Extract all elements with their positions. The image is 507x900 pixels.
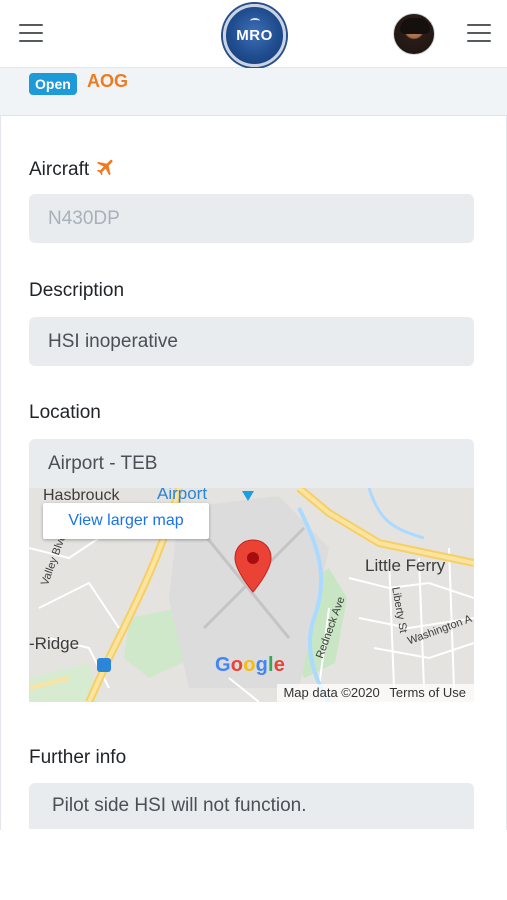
aircraft-input[interactable]: N430DP [29,194,474,243]
status-badge: Open [29,73,77,95]
user-avatar[interactable] [393,13,435,55]
google-logo: Google [215,654,286,676]
further-info-label: Further info [29,747,127,768]
further-info-input[interactable]: Pilot side HSI will not function. [29,783,474,829]
location-map[interactable]: Hasbrouck Airport Little Ferry -Ridge Va… [29,488,474,702]
map-attribution: Map data ©2020 Terms of Use [277,684,474,702]
map-data-credit: Map data ©2020 [283,685,380,700]
map-label-airport: Airport [157,488,208,503]
map-label-ridge: -Ridge [29,634,80,653]
menu-left-hamburger-icon[interactable] [19,24,43,44]
description-label: Description [29,280,125,301]
location-label: Location [29,402,101,423]
aircraft-label-text: Aircraft [29,159,90,180]
logo-text: MRO [236,27,273,44]
menu-right-hamburger-icon[interactable] [467,24,491,44]
top-bar: MRO [0,0,507,68]
airplane-icon [97,159,113,176]
aircraft-label: Aircraft [29,156,117,181]
location-input[interactable]: Airport - TEB [29,439,474,488]
request-type: AOG [87,71,129,91]
map-label-little-ferry: Little Ferry [365,556,446,575]
mro-logo[interactable]: MRO [223,4,286,67]
view-larger-map-link[interactable]: View larger map [43,503,209,539]
terms-of-use-link[interactable]: Terms of Use [389,685,466,700]
logo-plane-icon [250,18,260,24]
map-pin-icon[interactable] [233,538,273,594]
description-input[interactable]: HSI inoperative [29,317,474,366]
